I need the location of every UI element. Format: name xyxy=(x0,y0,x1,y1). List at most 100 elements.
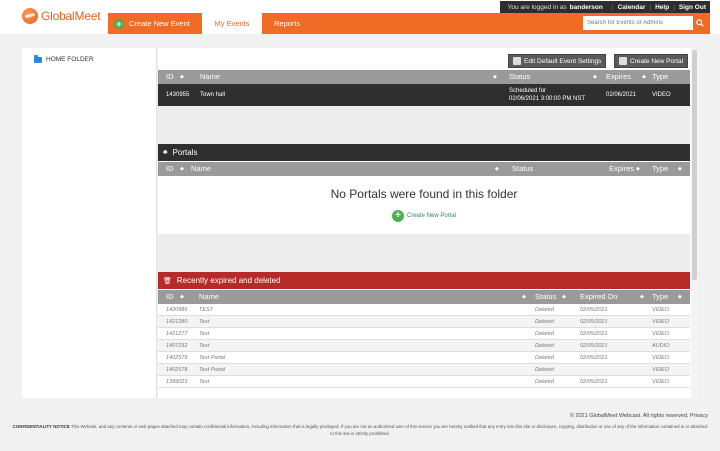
expired-on: 02/05/2021 xyxy=(580,307,608,313)
expired-name: Test xyxy=(199,331,210,337)
expired-type: VIDEO xyxy=(652,307,670,313)
portals-col-id[interactable]: ID xyxy=(166,164,174,173)
tab-my-events[interactable]: My Events xyxy=(202,13,262,34)
sort-icon[interactable]: ◆ xyxy=(636,166,640,172)
portals-col-status[interactable]: Status xyxy=(512,164,533,173)
create-portal-link-label: Create New Portal xyxy=(407,213,457,219)
sort-icon[interactable]: ◆ xyxy=(495,166,499,172)
expired-col-type[interactable]: Type xyxy=(652,292,668,301)
event-expires: 02/06/2021 xyxy=(606,92,637,98)
events-col-id[interactable]: ID xyxy=(166,72,174,81)
sort-icon[interactable]: ◆ xyxy=(522,294,526,300)
user-bar: You are logged in as banderson | Calenda… xyxy=(499,1,710,13)
expired-row[interactable]: 1402578 Test Portal Deleted VIDEO xyxy=(158,364,690,376)
event-id: 1430955 xyxy=(166,92,190,98)
scrollbar-thumb[interactable] xyxy=(692,50,697,280)
portals-section-header: ♣ Portals xyxy=(158,144,690,161)
expired-header-row: ID ◆ Name ◆ Status ◆ Expired On ◆ Type ◆ xyxy=(158,290,690,304)
tree-item-home-folder[interactable]: HOME FOLDER xyxy=(34,55,94,63)
expired-col-name[interactable]: Name xyxy=(199,292,219,301)
events-grid-empty-area xyxy=(158,106,690,144)
calendar-link[interactable]: Calendar xyxy=(618,4,646,11)
folder-icon xyxy=(34,55,42,63)
event-row[interactable]: 1430955 Town hall Scheduled for 02/06/20… xyxy=(158,84,690,106)
expired-on: 02/05/2021 xyxy=(580,355,608,361)
expired-status: Deleted xyxy=(535,355,554,361)
expired-title: Recently expired and deleted xyxy=(176,276,281,285)
copyright: © 2021 GlobalMeet Webcast. All rights re… xyxy=(569,413,708,419)
expired-status: Deleted xyxy=(535,331,554,337)
confidentiality-notice: CONFIDENTIALITY NOTICE This Website, and… xyxy=(12,423,708,437)
search-input[interactable] xyxy=(583,16,693,30)
events-col-type[interactable]: Type xyxy=(652,72,668,81)
create-new-portal-toolbar-button[interactable]: Create New Portal xyxy=(614,54,689,68)
edit-default-event-settings-button[interactable]: Edit Default Event Settings xyxy=(508,54,607,68)
plus-icon: + xyxy=(114,18,124,29)
help-link[interactable]: Help xyxy=(655,4,669,11)
events-col-expires[interactable]: Expires xyxy=(606,72,631,81)
expired-id: 1402579 xyxy=(166,355,188,361)
create-new-portal-link[interactable]: + Create New Portal xyxy=(392,210,456,222)
portals-col-name[interactable]: Name xyxy=(191,164,211,173)
expired-type: AUDIO xyxy=(652,343,670,349)
sort-icon[interactable]: ◆ xyxy=(180,74,184,80)
sort-icon[interactable]: ◆ xyxy=(678,166,682,172)
notice-label: CONFIDENTIALITY NOTICE xyxy=(12,424,70,429)
expired-row[interactable]: 1421277 Test Deleted 02/05/2021 VIDEO xyxy=(158,328,690,340)
sort-icon[interactable]: ◆ xyxy=(180,294,184,300)
event-name[interactable]: Town hall xyxy=(200,92,225,98)
edit-defaults-label: Edit Default Event Settings xyxy=(524,57,602,65)
create-portal-label: Create New Portal xyxy=(630,57,684,65)
portals-header-row: ID ◆ Name ◆ Status Expires ◆ Type ◆ xyxy=(158,162,690,176)
expired-name: Test Portal xyxy=(199,355,226,361)
main-content: Edit Default Event Settings Create New P… xyxy=(158,48,698,398)
expired-col-expired-on[interactable]: Expired On xyxy=(580,292,618,301)
expired-row[interactable]: 1402579 Test Portal Deleted 02/05/2021 V… xyxy=(158,352,690,364)
expired-on: 02/05/2021 xyxy=(580,331,608,337)
expired-row[interactable]: 1407232 Test Deleted 02/05/2021 AUDIO xyxy=(158,340,690,352)
sort-icon[interactable]: ◆ xyxy=(493,74,497,80)
expired-row[interactable]: 1420986 TEST Deleted 02/05/2021 VIDEO xyxy=(158,304,690,316)
expired-id: 1399023 xyxy=(166,379,188,385)
search-icon xyxy=(696,19,704,27)
create-new-event-label: Create New Event xyxy=(129,19,190,28)
logo-text: GlobalMeet xyxy=(41,9,101,23)
expired-id: 1421280 xyxy=(166,319,188,325)
expired-id: 1402578 xyxy=(166,367,188,373)
event-type: VIDEO xyxy=(652,92,671,98)
sort-icon[interactable]: ◆ xyxy=(678,294,682,300)
top-header: GlobalMeet You are logged in as banderso… xyxy=(0,0,720,34)
portals-col-expires[interactable]: Expires xyxy=(609,164,634,173)
expired-name: TEST xyxy=(199,307,214,313)
expired-status: Deleted xyxy=(535,379,554,385)
folder-tree: HOME FOLDER xyxy=(22,48,174,398)
expired-row[interactable]: 1421280 Test Deleted 02/05/2021 VIDEO xyxy=(158,316,690,328)
sort-icon[interactable]: ◆ xyxy=(593,74,597,80)
tab-reports[interactable]: Reports xyxy=(274,13,300,34)
expired-type: VIDEO xyxy=(652,331,670,337)
expired-type: VIDEO xyxy=(652,319,670,325)
create-new-event-button[interactable]: + Create New Event xyxy=(114,13,190,34)
sort-icon[interactable]: ◆ xyxy=(562,294,566,300)
notice-text: This Website, and any contents or web pa… xyxy=(70,424,708,436)
portals-col-type[interactable]: Type xyxy=(652,164,668,173)
expired-type: VIDEO xyxy=(652,379,670,385)
expired-col-id[interactable]: ID xyxy=(166,292,174,301)
sort-icon[interactable]: ◆ xyxy=(642,74,646,80)
expired-col-status[interactable]: Status xyxy=(535,292,556,301)
events-col-status[interactable]: Status xyxy=(509,72,530,81)
globalmeet-logo[interactable]: GlobalMeet xyxy=(22,8,101,24)
expired-id: 1407232 xyxy=(166,343,188,349)
sort-icon[interactable]: ◆ xyxy=(180,166,184,172)
event-status-line2: 02/06/2021 3:00:00 PM NST xyxy=(509,96,586,102)
username: banderson xyxy=(569,3,603,11)
expired-status: Deleted xyxy=(535,367,554,373)
event-status-line1: Scheduled for xyxy=(509,88,547,94)
sign-out-link[interactable]: Sign Out xyxy=(679,4,706,11)
sort-icon[interactable]: ◆ xyxy=(640,294,644,300)
expired-row[interactable]: 1399023 Test Deleted 02/05/2021 VIDEO xyxy=(158,376,690,388)
expired-status: Deleted xyxy=(535,343,554,349)
search-button[interactable] xyxy=(694,16,706,30)
events-col-name[interactable]: Name xyxy=(200,72,220,81)
expired-type: VIDEO xyxy=(652,367,670,373)
